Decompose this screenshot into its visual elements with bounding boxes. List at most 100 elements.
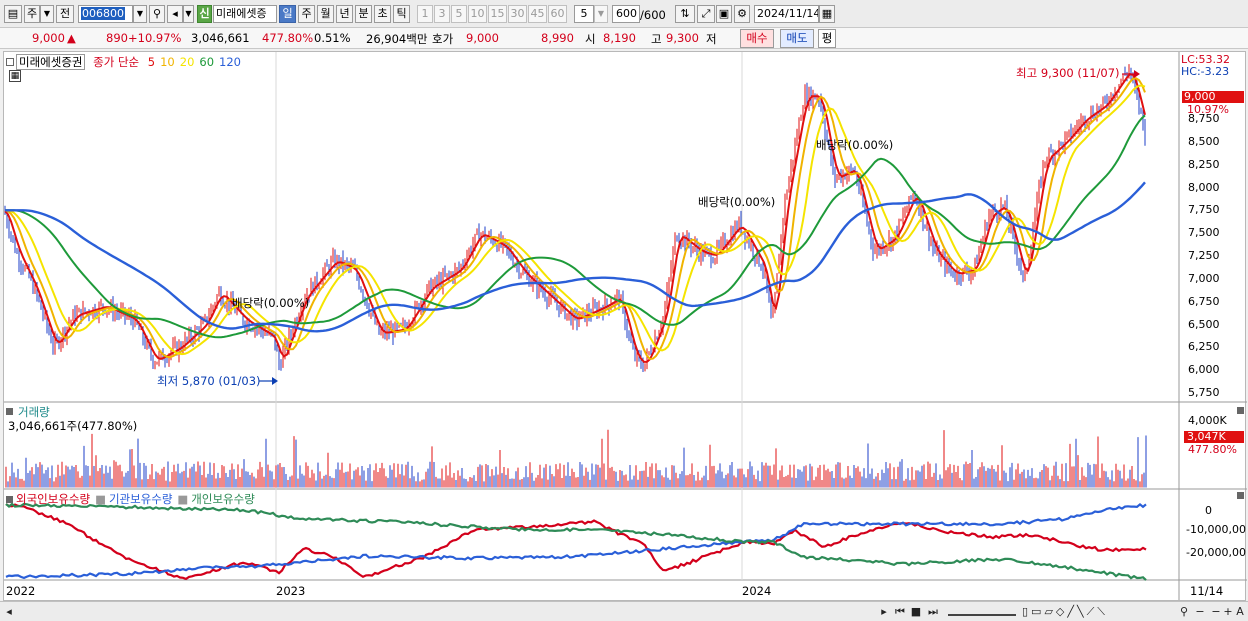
- dividend-label-2: 배당락(0.00%): [698, 195, 776, 209]
- volume-current-tag: 3,047K: [1184, 431, 1244, 443]
- current-price: 9,000: [32, 31, 65, 45]
- low-label: 저: [706, 32, 717, 46]
- high-label: 고: [651, 32, 662, 46]
- zoom-in-icon[interactable]: +: [1222, 604, 1234, 619]
- period-tab-4[interactable]: 분: [355, 5, 372, 23]
- interval-button-5[interactable]: 30: [508, 5, 527, 23]
- font-size-icon[interactable]: A: [1234, 604, 1246, 619]
- volume-current-pct: 477.80%: [1188, 443, 1237, 456]
- interval-button-0[interactable]: 1: [417, 5, 433, 23]
- ma-legend-60: 60: [199, 55, 215, 69]
- zoom-slider[interactable]: [948, 606, 1016, 616]
- interval-button-2[interactable]: 5: [451, 5, 467, 23]
- zoom-out-icon[interactable]: −: [1194, 604, 1206, 619]
- interval-button-4[interactable]: 15: [488, 5, 507, 23]
- chart-scrollbar[interactable]: ◂ ▸ ⏮ ■ ⏭ ▯▭▱◇╱╲⟋⟍ ⚲ − − + A: [0, 601, 1248, 621]
- zoom-icon[interactable]: ⤢: [697, 5, 715, 23]
- ma-legend-20: 20: [179, 55, 195, 69]
- max-arrow-head-icon: [1134, 70, 1140, 78]
- stock-code-input[interactable]: 006800: [78, 5, 133, 23]
- current-price-tag: 9,000: [1182, 91, 1244, 103]
- holdings-toggle-icon[interactable]: [6, 496, 13, 503]
- institution-holdings-line: [5, 502, 1147, 580]
- speaker-icon[interactable]: ◂: [167, 5, 183, 23]
- chevron-down-icon[interactable]: ▼: [40, 5, 54, 23]
- interval-value-field[interactable]: 5: [574, 5, 594, 23]
- panel-toggle-icon[interactable]: [6, 58, 14, 66]
- search-icon-small[interactable]: ⚲: [1178, 604, 1190, 619]
- price-panel-legend: 미래에셋증권 종가 단순 5 10 20 60 120: [6, 54, 241, 70]
- gear-icon[interactable]: ⚙: [734, 5, 750, 23]
- window-menu-icon[interactable]: ▤: [4, 5, 22, 23]
- volume-panel-toggle-icon[interactable]: [6, 408, 13, 415]
- legend-separator-icon: ■: [177, 492, 189, 506]
- period-tab-3[interactable]: 년: [336, 5, 353, 23]
- price-change: 890: [106, 31, 128, 45]
- holdings-close-icon[interactable]: [1237, 492, 1244, 499]
- scroll-right-icon[interactable]: ▸: [878, 604, 890, 619]
- interval-button-3[interactable]: 10: [468, 5, 487, 23]
- quote-bar: 9,000 ▲ 890 +10.97% 3,046,661 477.80% 0.…: [0, 28, 1248, 49]
- ask-price-2: 8,990: [541, 31, 574, 45]
- period-tab-1[interactable]: 주: [298, 5, 315, 23]
- last-date-label: 11/14: [1190, 584, 1224, 598]
- holdings-legend: 외국인보유수량 ■ 기관보유수량 ■ 개인보유수량: [6, 491, 260, 507]
- holdings-series-legend: 외국인보유수량 ■ 기관보유수량 ■ 개인보유수량: [16, 492, 260, 506]
- scroll-end-icon[interactable]: ⏭: [926, 604, 940, 619]
- grid-toggle-icon[interactable]: ▦: [9, 70, 21, 82]
- calendar-icon[interactable]: ▦: [819, 5, 835, 23]
- price-y-tick: 7,000: [1188, 271, 1220, 285]
- turnover-pct: 0.51%: [314, 31, 351, 45]
- count-value: 600: [616, 7, 637, 20]
- price-change-pct: +10.97%: [128, 31, 182, 45]
- period-tab-5[interactable]: 초: [374, 5, 391, 23]
- buy-button[interactable]: 매수: [740, 29, 774, 48]
- price-y-tick: 6,000: [1188, 363, 1220, 377]
- price-y-tick: 7,750: [1188, 203, 1220, 217]
- pan-icon[interactable]: −: [1210, 604, 1222, 619]
- stock-code-value: 006800: [81, 7, 125, 20]
- speaker-chevron-icon[interactable]: ▼: [183, 5, 194, 23]
- price-y-tick: 6,750: [1188, 294, 1220, 308]
- period-type-dropdown[interactable]: 주: [24, 5, 40, 23]
- chart-area[interactable]: 미래에셋증권 종가 단순 5 10 20 60 120 ▦ LC:53.32 HC:-3…: [3, 51, 1247, 602]
- dividend-label-1: 배당락(0.00%): [232, 296, 310, 310]
- save-icon[interactable]: ▣: [716, 5, 732, 23]
- drawing-tools-icon[interactable]: ▯▭▱◇╱╲⟋⟍: [1022, 604, 1172, 619]
- ma-label: 종가 단순: [93, 55, 140, 69]
- search-icon[interactable]: ⚲: [149, 5, 165, 23]
- interval-button-1[interactable]: 3: [434, 5, 450, 23]
- x-axis-label: 2022: [6, 584, 36, 598]
- legend-separator-icon: ■: [95, 492, 106, 506]
- period-tab-6[interactable]: 틱: [393, 5, 410, 23]
- sell-button[interactable]: 매도: [780, 29, 814, 48]
- interval-button-7[interactable]: 60: [548, 5, 567, 23]
- prev-label: 전: [59, 7, 71, 20]
- period-tab-2[interactable]: 월: [317, 5, 334, 23]
- price-y-tick: 6,500: [1188, 317, 1220, 331]
- scroll-left-icon[interactable]: ◂: [4, 604, 14, 619]
- avg-button[interactable]: 평: [818, 29, 836, 48]
- stop-icon[interactable]: ■: [910, 604, 922, 619]
- date-field[interactable]: 2024/11/14: [754, 5, 819, 23]
- code-dropdown-chevron-icon[interactable]: ▼: [133, 5, 147, 23]
- price-y-tick: 6,250: [1188, 340, 1220, 354]
- scroll-start-icon[interactable]: ⏮: [893, 604, 907, 619]
- period-type-label: 주: [26, 7, 38, 20]
- open-price: 8,190: [603, 31, 636, 45]
- price-y-tick: 7,250: [1188, 249, 1220, 262]
- ma-legend-10: 10: [160, 55, 175, 69]
- chart-tools-icon[interactable]: ⇅: [675, 5, 695, 23]
- period-tab-0[interactable]: 일: [279, 5, 296, 23]
- trade-amount: 26,904백만: [366, 32, 428, 46]
- interval-button-6[interactable]: 45: [528, 5, 547, 23]
- prev-button[interactable]: 전: [56, 5, 74, 23]
- stock-name: 미래에셋증: [216, 7, 267, 20]
- ma-legend-120: 120: [219, 55, 241, 69]
- ask-price-1: 9,000: [466, 31, 499, 45]
- count-input[interactable]: 600: [612, 5, 640, 23]
- chart-svg[interactable]: [4, 52, 1247, 602]
- interval-chevron-icon[interactable]: ▼: [594, 5, 608, 23]
- volume-close-icon[interactable]: [1237, 407, 1244, 414]
- dividend-label-3: 배당락(0.00%): [816, 138, 894, 152]
